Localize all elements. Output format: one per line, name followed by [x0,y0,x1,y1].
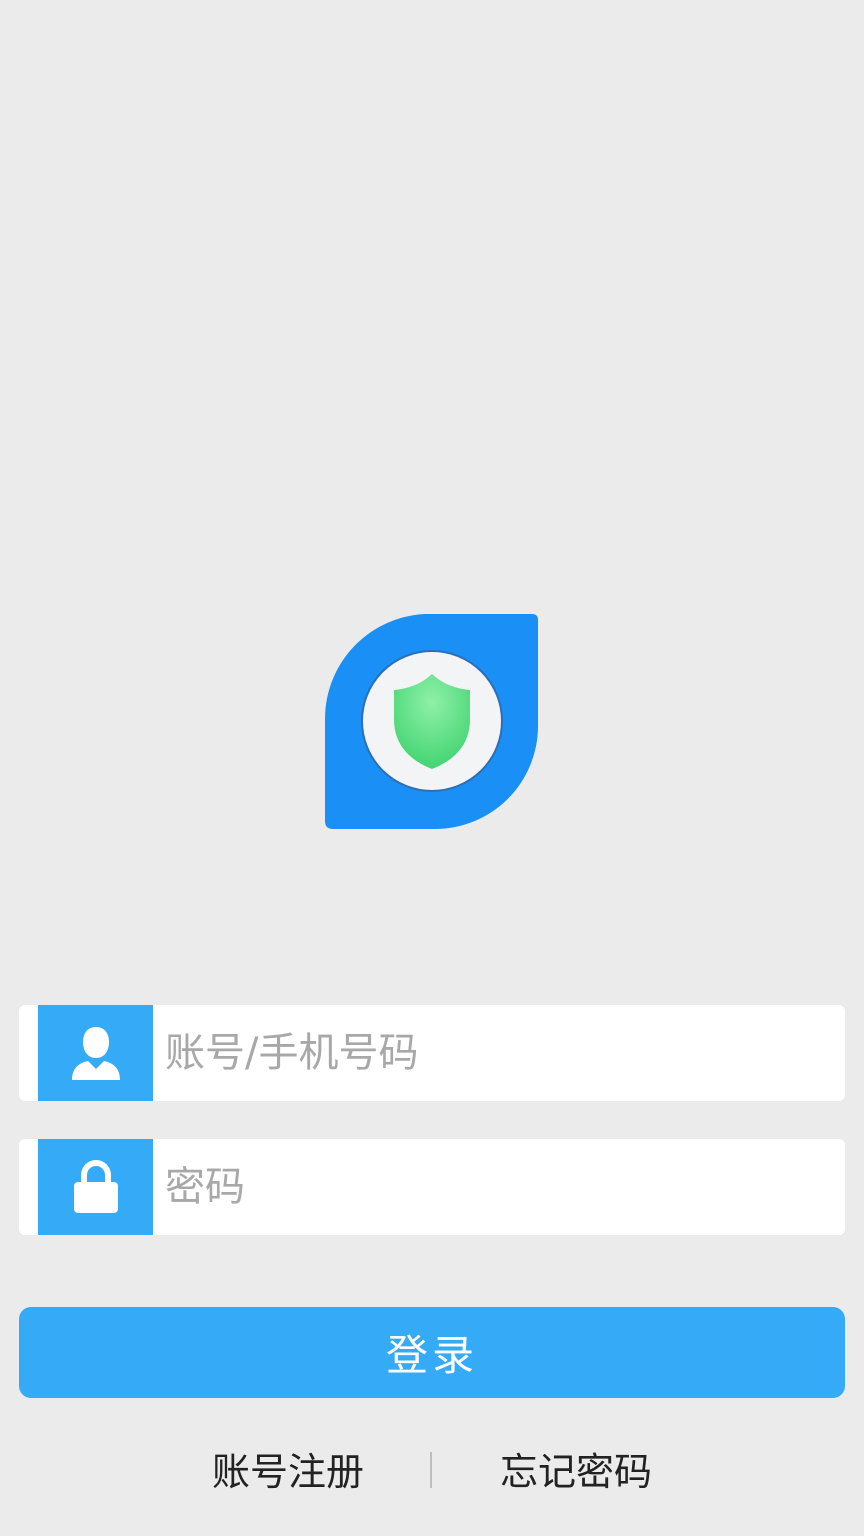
account-icon-box [38,1005,153,1101]
password-icon-box [38,1139,153,1235]
register-link[interactable]: 账号注册 [212,1448,364,1496]
account-field [19,1005,845,1101]
app-logo [325,614,538,829]
login-button[interactable]: 登录 [19,1307,845,1398]
link-divider [430,1452,432,1488]
forgot-password-link[interactable]: 忘记密码 [500,1448,652,1496]
lock-icon [73,1160,118,1213]
account-input[interactable] [165,1005,825,1101]
shield-icon [325,614,538,829]
password-field [19,1139,845,1235]
password-input[interactable] [165,1139,825,1235]
user-icon [71,1027,120,1080]
